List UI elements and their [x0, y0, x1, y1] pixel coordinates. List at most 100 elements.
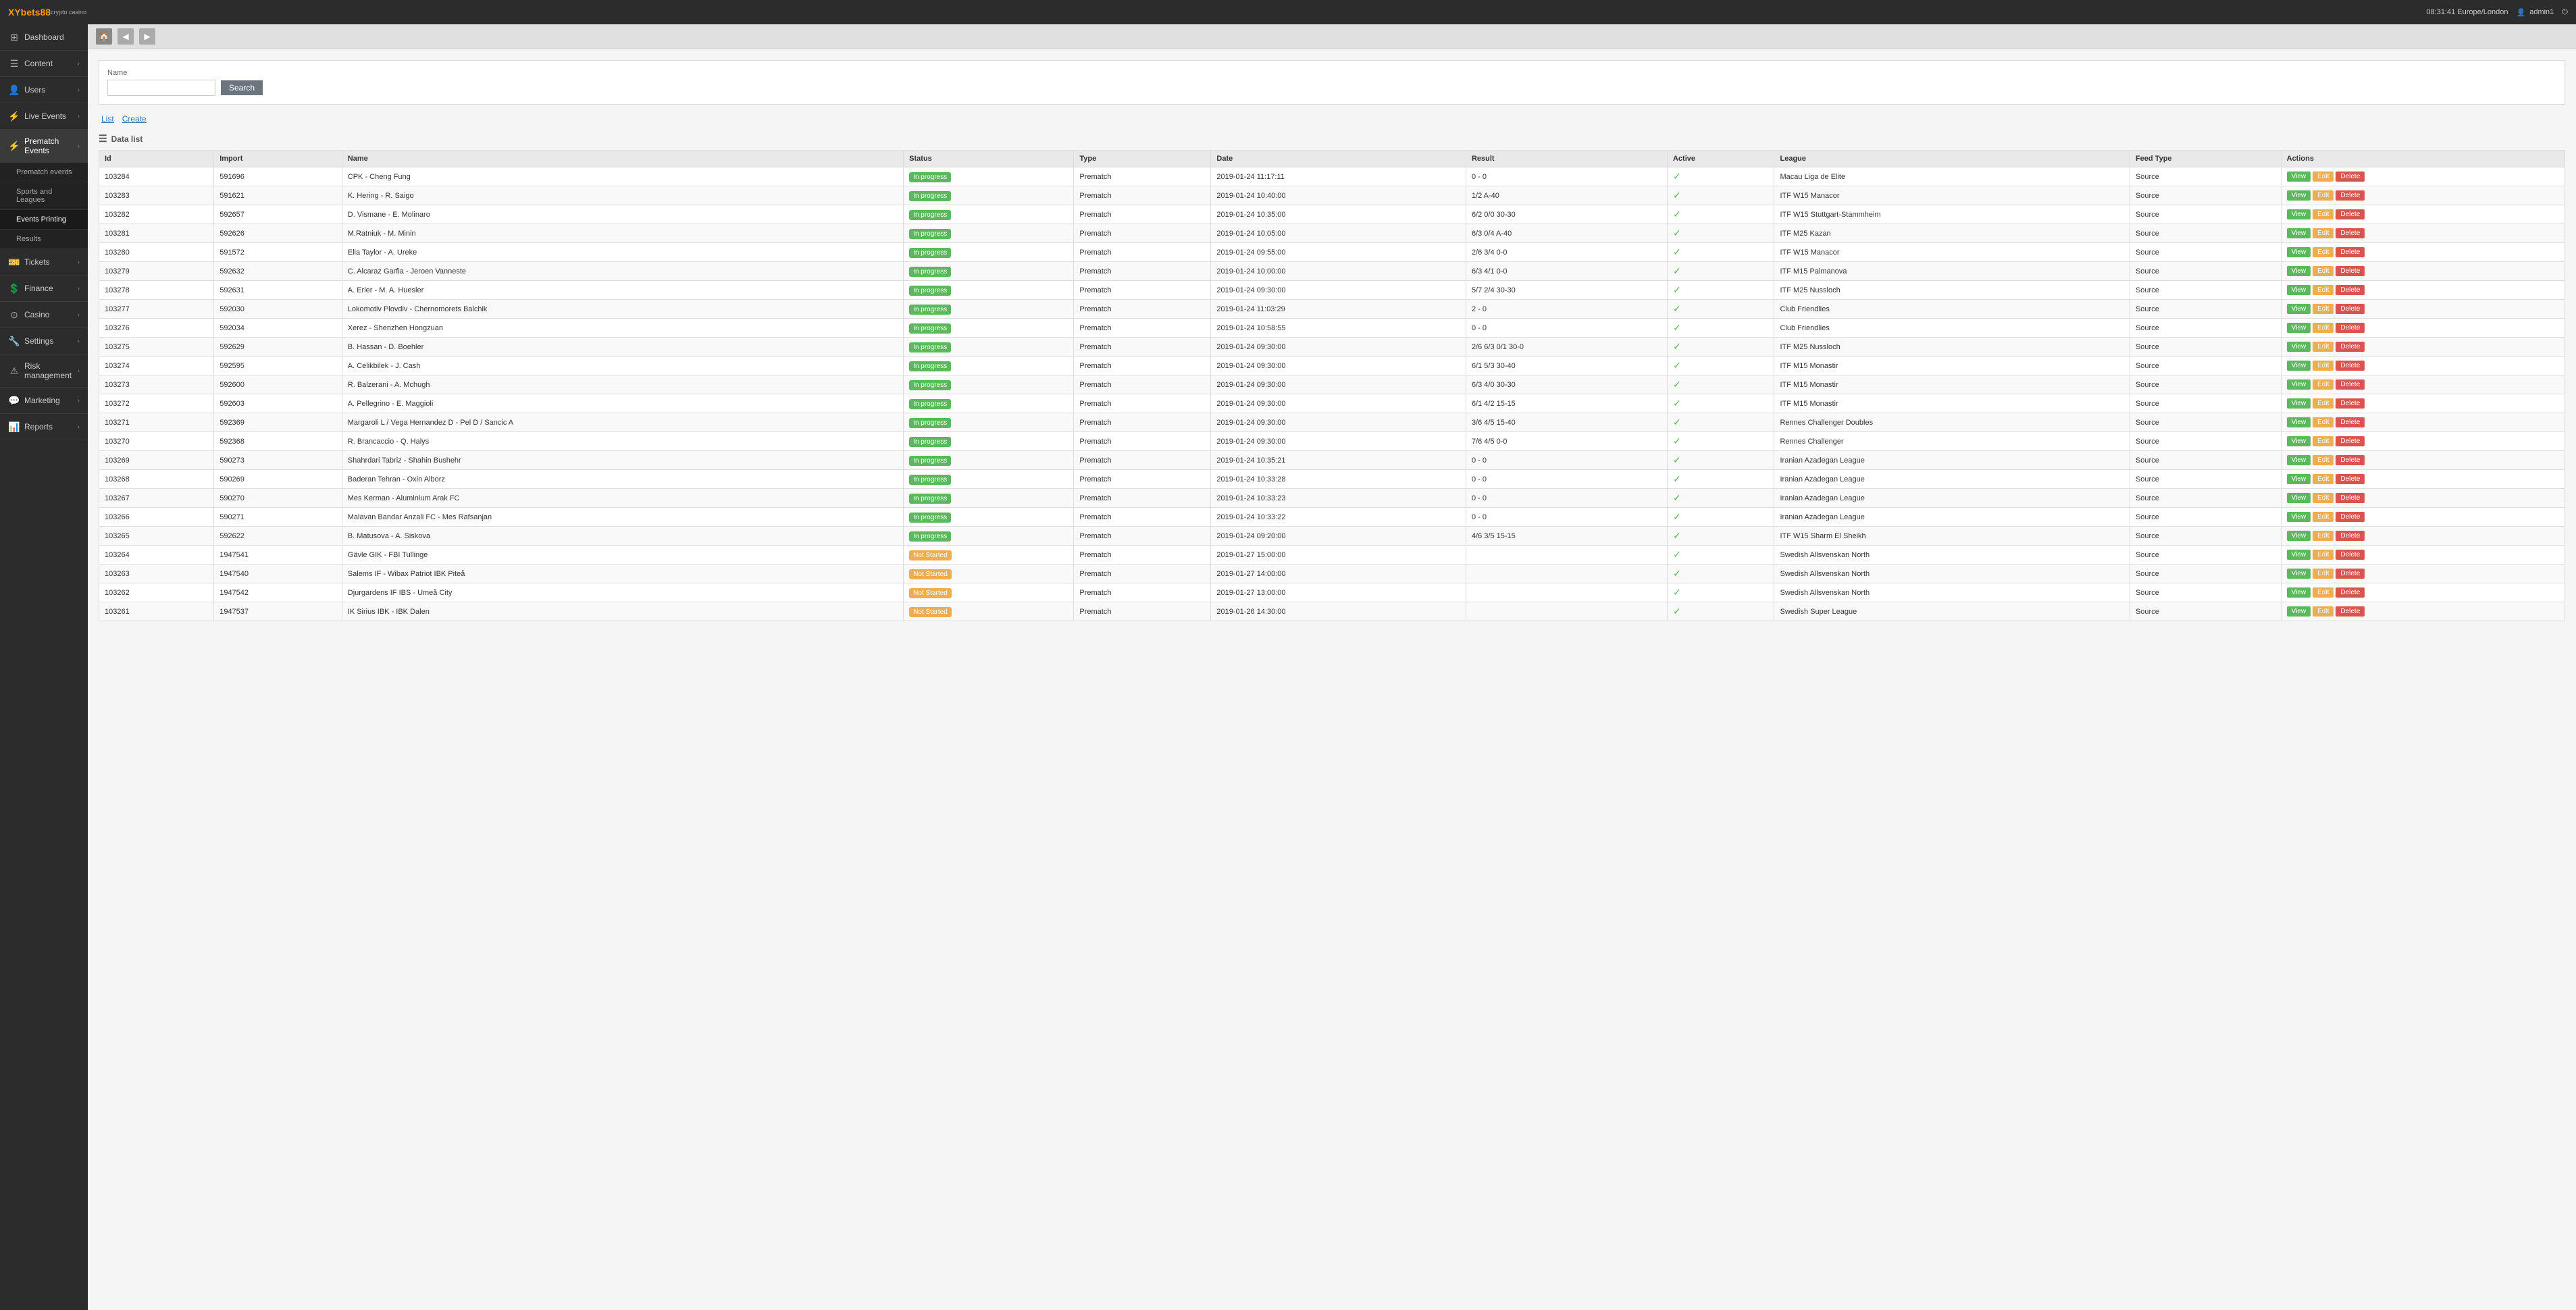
- edit-button[interactable]: Edit: [2313, 455, 2334, 465]
- delete-button[interactable]: Delete: [2336, 587, 2365, 598]
- delete-button[interactable]: Delete: [2336, 569, 2365, 579]
- delete-button[interactable]: Delete: [2336, 361, 2365, 371]
- delete-button[interactable]: Delete: [2336, 304, 2365, 314]
- view-button[interactable]: View: [2287, 436, 2311, 446]
- delete-button[interactable]: Delete: [2336, 379, 2365, 390]
- view-button[interactable]: View: [2287, 379, 2311, 390]
- edit-button[interactable]: Edit: [2313, 417, 2334, 427]
- sidebar-item-live-events[interactable]: ⚡ Live Events ›: [0, 103, 88, 130]
- view-button[interactable]: View: [2287, 550, 2311, 560]
- sidebar-item-tickets[interactable]: 🎫 Tickets ›: [0, 249, 88, 276]
- sidebar-item-sports-and-leagues[interactable]: Sports and Leagues: [0, 182, 88, 210]
- view-button[interactable]: View: [2287, 493, 2311, 503]
- edit-button[interactable]: Edit: [2313, 172, 2334, 182]
- delete-button[interactable]: Delete: [2336, 493, 2365, 503]
- cell-result: 6/2 0/0 30-30: [1466, 205, 1667, 224]
- sidebar-item-prematch-events-sub[interactable]: Prematch events: [0, 163, 88, 182]
- sidebar-item-finance[interactable]: 💲 Finance ›: [0, 276, 88, 302]
- delete-button[interactable]: Delete: [2336, 247, 2365, 257]
- delete-button[interactable]: Delete: [2336, 550, 2365, 560]
- delete-button[interactable]: Delete: [2336, 209, 2365, 219]
- sidebar-item-casino[interactable]: ⊙ Casino ›: [0, 302, 88, 328]
- view-button[interactable]: View: [2287, 209, 2311, 219]
- view-button[interactable]: View: [2287, 606, 2311, 617]
- edit-button[interactable]: Edit: [2313, 304, 2334, 314]
- edit-button[interactable]: Edit: [2313, 398, 2334, 409]
- edit-button[interactable]: Edit: [2313, 342, 2334, 352]
- edit-button[interactable]: Edit: [2313, 209, 2334, 219]
- edit-button[interactable]: Edit: [2313, 228, 2334, 238]
- power-icon[interactable]: ⏻: [2562, 8, 2568, 17]
- view-button[interactable]: View: [2287, 569, 2311, 579]
- edit-button[interactable]: Edit: [2313, 550, 2334, 560]
- delete-button[interactable]: Delete: [2336, 606, 2365, 617]
- sidebar-item-users[interactable]: 👤 Users ›: [0, 77, 88, 103]
- sidebar-item-reports[interactable]: 📊 Reports ›: [0, 414, 88, 440]
- cell-status: In progress: [904, 357, 1074, 375]
- sidebar-item-settings[interactable]: 🔧 Settings ›: [0, 328, 88, 355]
- edit-button[interactable]: Edit: [2313, 606, 2334, 617]
- edit-button[interactable]: Edit: [2313, 379, 2334, 390]
- search-button[interactable]: Search: [221, 80, 263, 95]
- edit-button[interactable]: Edit: [2313, 190, 2334, 201]
- delete-button[interactable]: Delete: [2336, 285, 2365, 295]
- sidebar-item-dashboard[interactable]: ⊞ Dashboard: [0, 24, 88, 51]
- sidebar-item-marketing[interactable]: 💬 Marketing ›: [0, 388, 88, 414]
- topbar-user[interactable]: 👤 admin1: [2517, 8, 2554, 17]
- edit-button[interactable]: Edit: [2313, 436, 2334, 446]
- view-button[interactable]: View: [2287, 455, 2311, 465]
- sidebar-item-events-printing[interactable]: Events Printing: [0, 210, 88, 230]
- delete-button[interactable]: Delete: [2336, 417, 2365, 427]
- edit-button[interactable]: Edit: [2313, 474, 2334, 484]
- edit-button[interactable]: Edit: [2313, 512, 2334, 522]
- edit-button[interactable]: Edit: [2313, 285, 2334, 295]
- sidebar-item-results[interactable]: Results: [0, 230, 88, 249]
- delete-button[interactable]: Delete: [2336, 436, 2365, 446]
- home-button[interactable]: 🏠: [96, 28, 112, 45]
- view-button[interactable]: View: [2287, 342, 2311, 352]
- search-input[interactable]: [107, 80, 215, 96]
- edit-button[interactable]: Edit: [2313, 266, 2334, 276]
- sidebar-item-risk-management[interactable]: ⚠ Risk management ›: [0, 355, 88, 388]
- delete-button[interactable]: Delete: [2336, 455, 2365, 465]
- edit-button[interactable]: Edit: [2313, 493, 2334, 503]
- view-button[interactable]: View: [2287, 417, 2311, 427]
- view-button[interactable]: View: [2287, 285, 2311, 295]
- delete-button[interactable]: Delete: [2336, 512, 2365, 522]
- edit-button[interactable]: Edit: [2313, 587, 2334, 598]
- edit-button[interactable]: Edit: [2313, 323, 2334, 333]
- delete-button[interactable]: Delete: [2336, 266, 2365, 276]
- view-button[interactable]: View: [2287, 512, 2311, 522]
- delete-button[interactable]: Delete: [2336, 398, 2365, 409]
- sidebar-item-label: Settings: [24, 336, 78, 346]
- edit-button[interactable]: Edit: [2313, 531, 2334, 541]
- view-button[interactable]: View: [2287, 172, 2311, 182]
- edit-button[interactable]: Edit: [2313, 569, 2334, 579]
- view-button[interactable]: View: [2287, 266, 2311, 276]
- tab-list[interactable]: List: [99, 113, 117, 125]
- view-button[interactable]: View: [2287, 323, 2311, 333]
- breadcrumb-forward[interactable]: ▶: [139, 28, 155, 45]
- delete-button[interactable]: Delete: [2336, 531, 2365, 541]
- delete-button[interactable]: Delete: [2336, 342, 2365, 352]
- view-button[interactable]: View: [2287, 398, 2311, 409]
- view-button[interactable]: View: [2287, 304, 2311, 314]
- breadcrumb-back[interactable]: ◀: [118, 28, 134, 45]
- delete-button[interactable]: Delete: [2336, 323, 2365, 333]
- delete-button[interactable]: Delete: [2336, 172, 2365, 182]
- delete-button[interactable]: Delete: [2336, 228, 2365, 238]
- view-button[interactable]: View: [2287, 228, 2311, 238]
- tab-create[interactable]: Create: [120, 113, 149, 125]
- view-button[interactable]: View: [2287, 474, 2311, 484]
- view-button[interactable]: View: [2287, 190, 2311, 201]
- sidebar-item-content[interactable]: ☰ Content ›: [0, 51, 88, 77]
- edit-button[interactable]: Edit: [2313, 247, 2334, 257]
- edit-button[interactable]: Edit: [2313, 361, 2334, 371]
- view-button[interactable]: View: [2287, 361, 2311, 371]
- sidebar-item-prematch-events[interactable]: ⚡ Prematch Events ›: [0, 130, 88, 163]
- view-button[interactable]: View: [2287, 531, 2311, 541]
- view-button[interactable]: View: [2287, 247, 2311, 257]
- view-button[interactable]: View: [2287, 587, 2311, 598]
- delete-button[interactable]: Delete: [2336, 474, 2365, 484]
- delete-button[interactable]: Delete: [2336, 190, 2365, 201]
